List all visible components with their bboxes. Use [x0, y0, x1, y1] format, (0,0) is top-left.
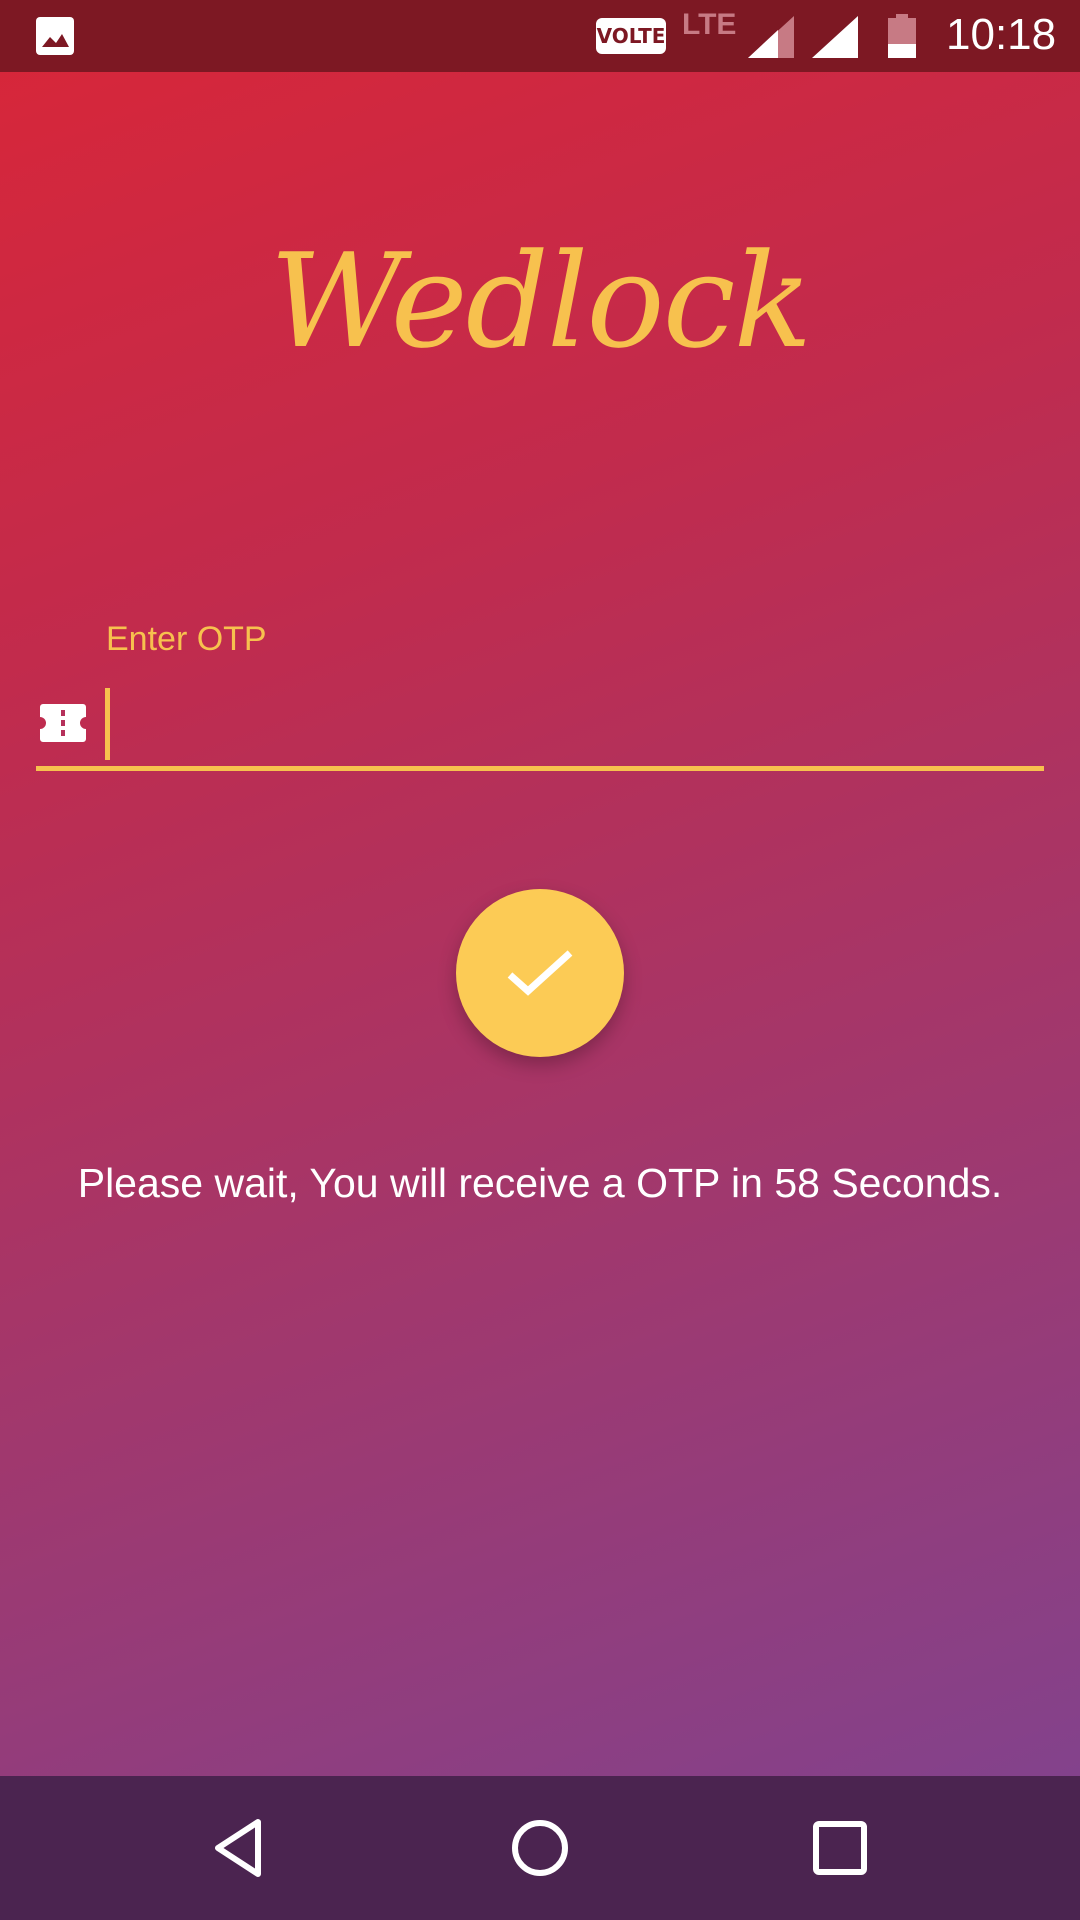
otp-field-label: Enter OTP: [106, 620, 267, 658]
otp-screen: VOLTE LTE 10:18 Wedlock Enter OTP Please…: [0, 0, 1080, 1920]
status-time: 10:18: [946, 10, 1057, 59]
recents-button[interactable]: [760, 1776, 920, 1920]
image-icon: [36, 17, 74, 55]
text-cursor: [105, 688, 110, 760]
otp-underline: [36, 766, 1044, 771]
navigation-bar: [0, 1776, 1080, 1920]
ticket-icon: [40, 704, 86, 742]
status-bar: VOLTE LTE 10:18: [0, 0, 1080, 72]
home-icon: [512, 1820, 568, 1876]
home-button[interactable]: [460, 1776, 620, 1920]
recents-icon: [813, 1821, 867, 1875]
volte-badge: VOLTE: [596, 18, 666, 54]
back-icon: [215, 1819, 261, 1877]
app-logo: Wedlock: [269, 225, 813, 377]
otp-wait-message: Please wait, You will receive a OTP in 5…: [77, 1160, 1003, 1206]
check-icon: [507, 950, 573, 996]
signal-icon-sim2: [812, 16, 858, 58]
back-button[interactable]: [160, 1776, 320, 1920]
verify-otp-button[interactable]: [456, 889, 624, 1057]
signal-icon-sim1: [748, 16, 794, 58]
otp-input[interactable]: [104, 686, 1048, 760]
battery-icon: [888, 14, 916, 58]
lte-label: LTE: [682, 8, 737, 41]
